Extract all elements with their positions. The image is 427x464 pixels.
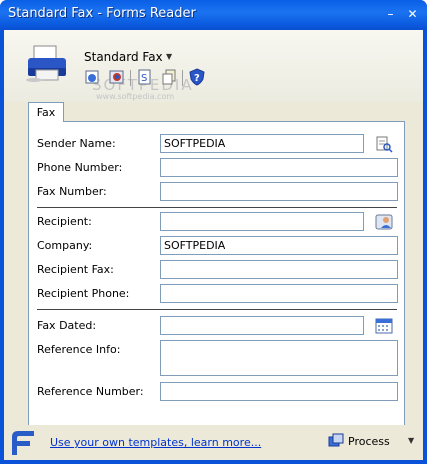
recipient-fax-field[interactable] xyxy=(160,260,398,279)
tab-fax[interactable]: Fax xyxy=(28,102,64,122)
client-area: Standard Fax ▼ SOFTPEDIA www.softpedia.c… xyxy=(4,30,423,460)
svg-text:?: ? xyxy=(194,73,200,84)
recipient-field[interactable] xyxy=(160,212,364,231)
process-icon xyxy=(328,433,344,447)
address-book-icon[interactable] xyxy=(375,135,393,153)
app-logo-icon xyxy=(12,431,34,455)
learn-more-link[interactable]: Use your own templates, learn more... xyxy=(50,436,261,449)
section-divider xyxy=(37,309,397,310)
process-dropdown-icon[interactable]: ▼ xyxy=(408,436,414,445)
company-label: Company: xyxy=(37,239,93,252)
footer: Use your own templates, learn more... Pr… xyxy=(4,425,423,460)
fax-number-field[interactable] xyxy=(160,182,398,201)
app-window: Standard Fax - Forms Reader – ✕ Standard… xyxy=(0,0,427,464)
phone-number-label: Phone Number: xyxy=(37,161,123,174)
watermark-url: www.softpedia.com xyxy=(96,92,175,101)
title-bar[interactable]: Standard Fax - Forms Reader – ✕ xyxy=(0,0,427,30)
fax-dated-field[interactable] xyxy=(160,316,364,335)
sender-name-field[interactable] xyxy=(160,134,364,153)
close-button[interactable]: ✕ xyxy=(404,7,421,23)
template-selector[interactable]: Standard Fax xyxy=(84,50,163,64)
recipient-label: Recipient: xyxy=(37,215,92,228)
recipient-phone-label: Recipient Phone: xyxy=(37,287,130,300)
fax-dated-label: Fax Dated: xyxy=(37,319,97,332)
reference-info-field[interactable] xyxy=(160,340,398,376)
reference-number-field[interactable] xyxy=(160,382,398,401)
printer-icon xyxy=(26,45,66,82)
recipient-fax-label: Recipient Fax: xyxy=(37,263,114,276)
phone-number-field[interactable] xyxy=(160,158,398,177)
company-field[interactable] xyxy=(160,236,398,255)
recipient-phone-field[interactable] xyxy=(160,284,398,303)
toolbar-separator xyxy=(182,70,183,86)
template-dropdown-icon[interactable]: ▼ xyxy=(166,52,172,61)
reference-number-label: Reference Number: xyxy=(37,385,144,398)
window-title: Standard Fax - Forms Reader xyxy=(8,6,196,21)
reference-info-label: Reference Info: xyxy=(37,343,121,356)
calendar-icon[interactable] xyxy=(375,317,393,335)
toolbar: Standard Fax ▼ SOFTPEDIA www.softpedia.c… xyxy=(4,30,423,102)
template-icon[interactable]: S xyxy=(136,68,154,86)
copy-icon[interactable] xyxy=(160,68,178,86)
svg-text:S: S xyxy=(141,73,147,84)
fax-number-label: Fax Number: xyxy=(37,185,107,198)
toolbar-separator xyxy=(130,70,131,86)
save-icon[interactable] xyxy=(108,68,126,86)
help-icon[interactable]: ? xyxy=(188,68,206,86)
open-icon[interactable] xyxy=(84,68,102,86)
fax-form-panel: Sender Name: Phone Number: Fax Number: R… xyxy=(28,121,405,441)
minimize-button[interactable]: – xyxy=(382,7,399,23)
sender-name-label: Sender Name: xyxy=(37,137,116,150)
contacts-icon[interactable] xyxy=(375,213,393,231)
process-label: Process xyxy=(348,435,390,448)
section-divider xyxy=(37,207,397,208)
